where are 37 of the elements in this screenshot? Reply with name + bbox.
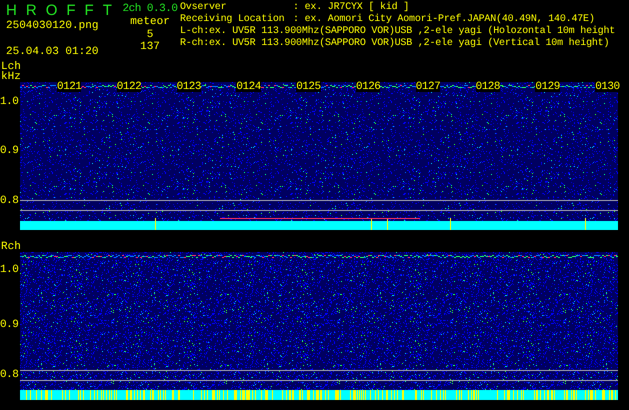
date-time: 25.04.03 01:20 — [6, 46, 98, 59]
time-label: 0126 — [356, 82, 380, 92]
axis-label: 1.0 — [0, 96, 18, 108]
axis-label: 0.9 — [0, 319, 18, 331]
axis-label: 0.9 — [0, 145, 18, 157]
time-label: 0125 — [296, 82, 321, 92]
axis-label: 0.8 — [0, 195, 18, 207]
title-letter: F — [66, 2, 76, 19]
time-label: 0129 — [535, 82, 560, 92]
time-label: 0128 — [476, 82, 500, 92]
info-label: Receiving Location — [180, 14, 286, 26]
counter-value: 137 — [140, 41, 160, 53]
time-label: 0121 — [57, 82, 82, 92]
channel-label: Rch — [1, 242, 21, 252]
channel-label: Lch — [1, 62, 21, 72]
info-value: : ex. Aomori City Aomori-Pref.JAPAN(40.49N, 140.47E) — [293, 14, 595, 26]
channel-info: L-ch:ex. UV5R 113.900Mhz(SAPPORO VOR)USB ,2-ele yagi (Holozontal 10m height — [180, 26, 616, 38]
title-letter: O — [46, 2, 58, 19]
time-label: 0130 — [595, 82, 620, 92]
time-label: 0127 — [416, 82, 440, 92]
time-label: 0123 — [176, 82, 201, 92]
title-letter: H — [6, 2, 17, 19]
axis-label: 0.8 — [0, 369, 18, 381]
title-letter: T — [102, 2, 112, 19]
counter-value: 5 — [146, 29, 154, 41]
file-name: 2504030120.png — [6, 20, 98, 33]
info-value: : ex. JR7CYX [ kid ] — [293, 2, 410, 14]
time-label: 0122 — [116, 82, 142, 92]
info-label: Ovserver — [180, 2, 228, 14]
unit-label: kHz — [1, 72, 21, 82]
axis-label: 1.0 — [0, 264, 18, 276]
channel-info: R-ch:ex. UV5R 113.900Mhz(SAPPORO VOR)USB ,2-ele yagi (Vertical 10m height) — [180, 38, 610, 50]
title-letter: F — [84, 2, 94, 19]
time-label: 0124 — [236, 82, 261, 92]
title-letter: R — [26, 2, 37, 19]
counter-label: meteor — [130, 16, 170, 29]
version-label: 2ch 0.3.0 — [122, 2, 178, 16]
